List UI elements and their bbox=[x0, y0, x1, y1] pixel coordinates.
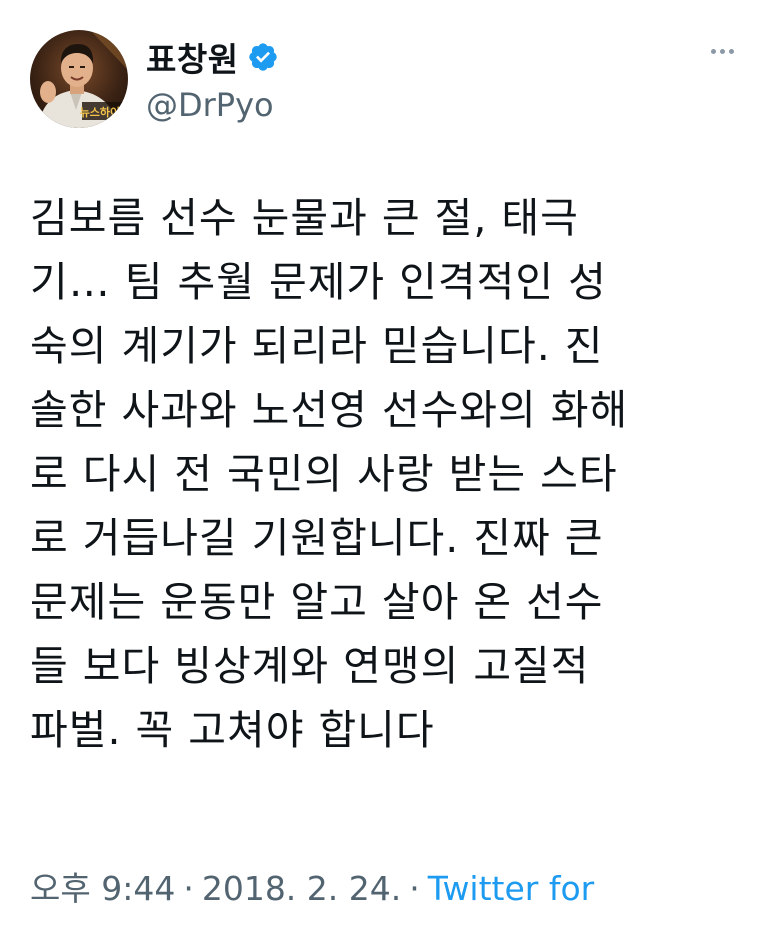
author-names: 표창원 @DrPyo bbox=[146, 34, 279, 124]
tweet-date[interactable]: 2018. 2. 24. bbox=[202, 869, 401, 908]
author-handle[interactable]: @DrPyo bbox=[146, 86, 279, 124]
display-name-row: 표창원 bbox=[146, 34, 279, 80]
author-display-name[interactable]: 표창원 bbox=[146, 33, 239, 81]
more-horizontal-icon-dot bbox=[728, 48, 734, 54]
tweet-text-line: 김보름 선수 눈물과 큰 절, 태극 bbox=[30, 194, 579, 242]
tweet-text-line: 로 다시 전 국민의 사랑 받는 스타 bbox=[30, 450, 618, 498]
avatar-badge-text: 뉴스하이킥 bbox=[80, 105, 128, 119]
avatar-image: 뉴스하이킥 bbox=[38, 30, 128, 128]
meta-separator: · bbox=[409, 869, 420, 908]
author-avatar[interactable]: 뉴스하이킥 bbox=[30, 30, 128, 128]
tweet-text-line: 로 거듭나길 기원합니다. 진짜 큰 bbox=[30, 514, 604, 562]
tweet-text-line: 기… 팀 추월 문제가 인격적인 성 bbox=[30, 258, 607, 306]
tweet-text-line: 솔한 사과와 노선영 선수와의 화해 bbox=[30, 386, 629, 434]
verified-badge-icon bbox=[247, 41, 279, 73]
tweet-text-line: 숙의 계기가 되리라 믿습니다. 진 bbox=[30, 322, 604, 370]
tweet-text: 김보름 선수 눈물과 큰 절, 태극 기… 팀 추월 문제가 인격적인 성 숙의… bbox=[30, 186, 745, 762]
tweet-meta: 오후 9:44 · 2018. 2. 24. · Twitter for bbox=[30, 862, 594, 910]
tweet-text-line: 파벌. 꼭 고쳐야 합니다 bbox=[30, 706, 435, 754]
tweet-time[interactable]: 오후 9:44 bbox=[30, 869, 175, 908]
more-horizontal-icon-dot bbox=[719, 48, 725, 54]
meta-separator: · bbox=[183, 869, 194, 908]
tweet-text-line: 들 보다 빙상계와 연맹의 고질적 bbox=[30, 642, 590, 690]
more-options-button[interactable] bbox=[702, 36, 742, 66]
tweet-text-line: 문제는 운동만 알고 살아 온 선수 bbox=[30, 578, 604, 626]
tweet-card: 뉴스하이킥 표창원 @DrPyo 김보름 선수 눈물과 큰 절, 태극 기… 팀… bbox=[0, 0, 773, 940]
more-horizontal-icon bbox=[710, 48, 716, 54]
tweet-header: 뉴스하이킥 표창원 @DrPyo bbox=[30, 30, 750, 130]
tweet-source-link[interactable]: Twitter for bbox=[428, 869, 594, 908]
